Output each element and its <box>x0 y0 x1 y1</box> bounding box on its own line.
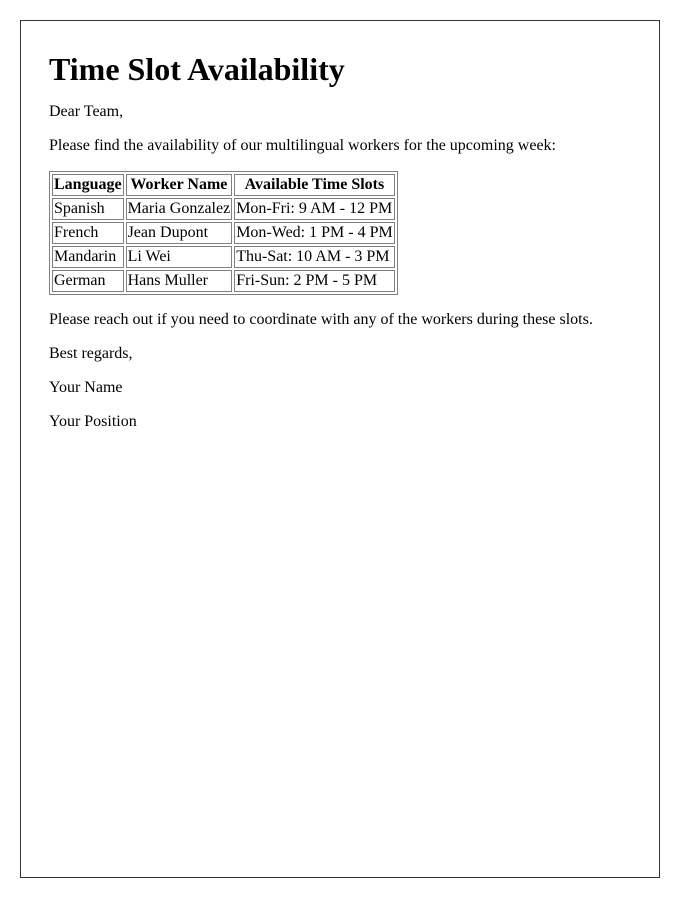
table-row: Spanish Maria Gonzalez Mon-Fri: 9 AM - 1… <box>52 198 395 220</box>
signature-position: Your Position <box>49 413 137 430</box>
signature-name: Your Name <box>49 379 123 396</box>
page-title: Time Slot Availability <box>49 51 345 87</box>
cell-worker-name: Jean Dupont <box>125 222 233 244</box>
cell-language: Spanish <box>52 198 124 220</box>
cell-time-slot: Fri-Sun: 2 PM - 5 PM <box>234 270 395 292</box>
table-row: Mandarin Li Wei Thu-Sat: 10 AM - 3 PM <box>52 246 395 268</box>
cell-language: French <box>52 222 124 244</box>
intro-paragraph: Please find the availability of our mult… <box>49 137 556 154</box>
column-header-language: Language <box>52 174 124 196</box>
table-header-row: Language Worker Name Available Time Slot… <box>52 174 395 196</box>
letter-page: Time Slot Availability Dear Team, Please… <box>20 20 660 878</box>
cell-time-slot: Thu-Sat: 10 AM - 3 PM <box>234 246 395 268</box>
cell-time-slot: Mon-Fri: 9 AM - 12 PM <box>234 198 395 220</box>
sign-off: Best regards, <box>49 345 133 362</box>
cell-language: Mandarin <box>52 246 124 268</box>
closing-note: Please reach out if you need to coordina… <box>49 311 593 328</box>
column-header-time-slots: Available Time Slots <box>234 174 395 196</box>
cell-worker-name: Hans Muller <box>125 270 233 292</box>
table-row: French Jean Dupont Mon-Wed: 1 PM - 4 PM <box>52 222 395 244</box>
cell-worker-name: Li Wei <box>125 246 233 268</box>
table-row: German Hans Muller Fri-Sun: 2 PM - 5 PM <box>52 270 395 292</box>
availability-table: Language Worker Name Available Time Slot… <box>49 171 398 295</box>
cell-worker-name: Maria Gonzalez <box>125 198 233 220</box>
greeting: Dear Team, <box>49 103 124 120</box>
cell-time-slot: Mon-Wed: 1 PM - 4 PM <box>234 222 395 244</box>
cell-language: German <box>52 270 124 292</box>
column-header-worker-name: Worker Name <box>125 174 233 196</box>
